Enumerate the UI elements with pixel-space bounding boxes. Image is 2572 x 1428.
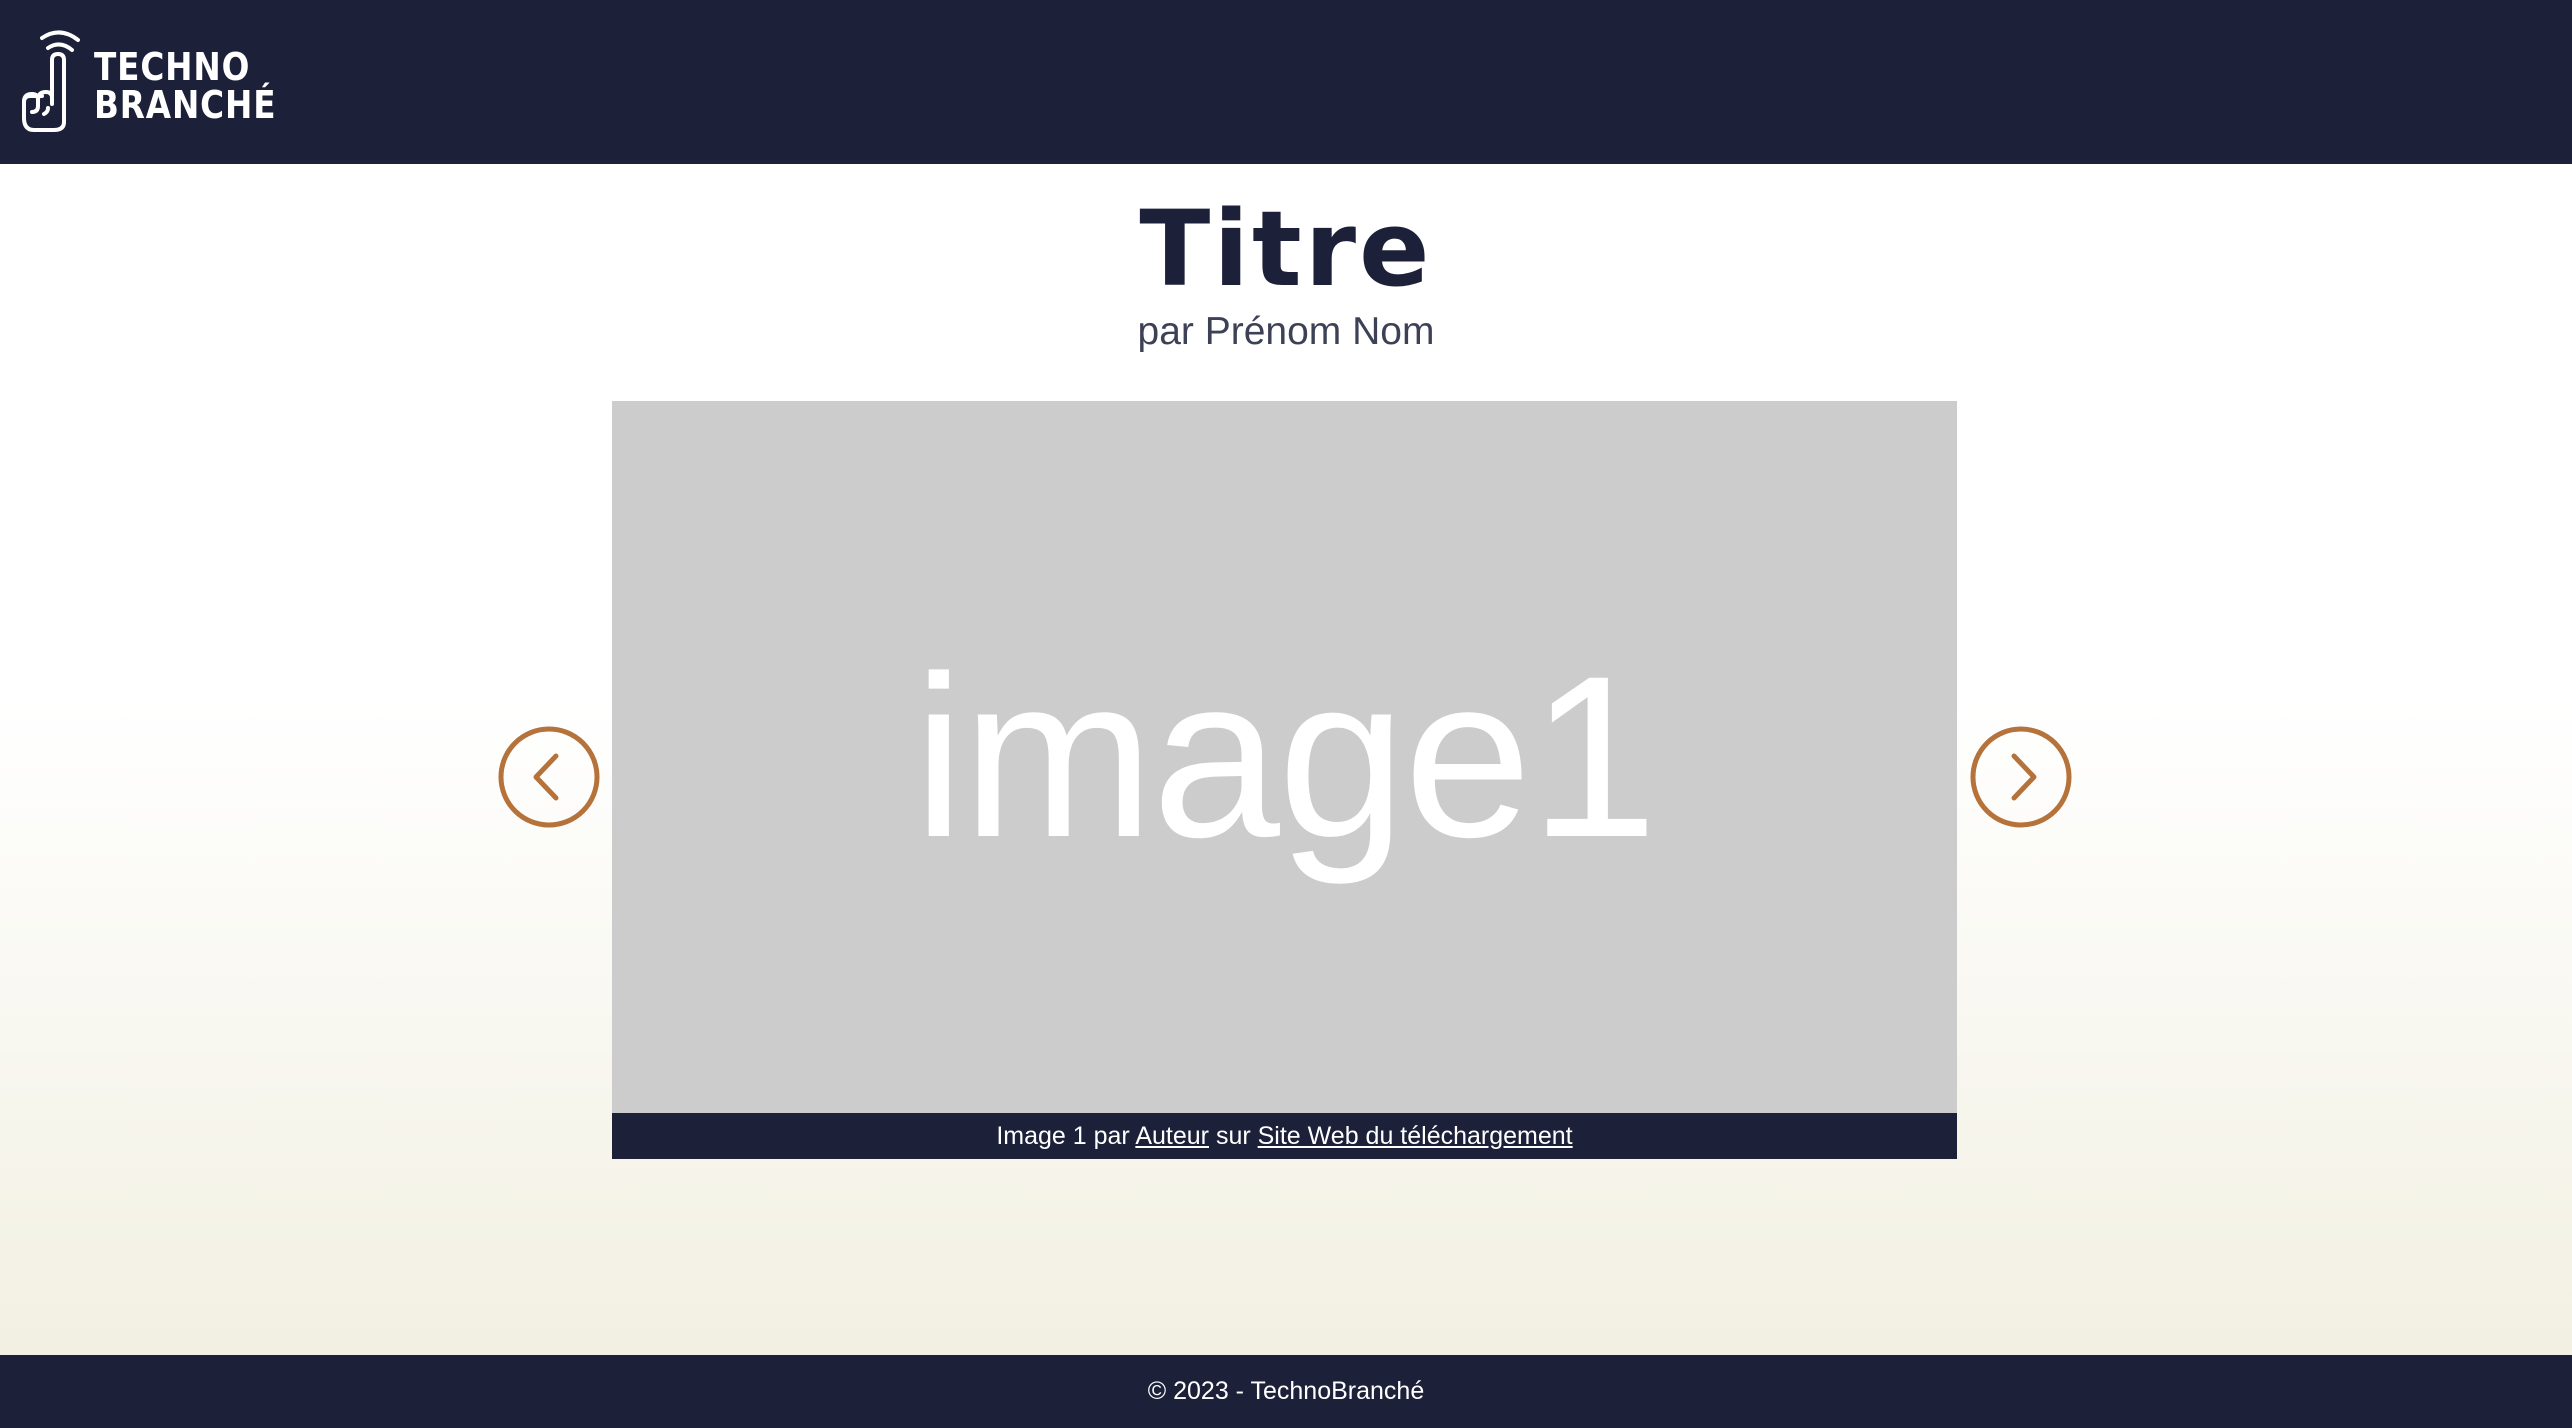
carousel-slide-image: image1: [612, 401, 1957, 1113]
footer-copyright: © 2023 - TechnoBranché: [1147, 1377, 1425, 1405]
logo-line-2: BRANCHÉ: [94, 83, 277, 127]
page-subtitle: par Prénom Nom: [1137, 310, 1435, 353]
site-header: TECHNO BRANCHÉ: [0, 0, 2572, 164]
logo-line-1: TECHNO: [94, 45, 251, 89]
chevron-left-circle-icon: [498, 726, 600, 828]
caption-prefix: Image 1 par: [996, 1122, 1136, 1150]
caption-author-link[interactable]: Auteur: [1135, 1122, 1209, 1150]
chevron-right-circle-icon: [1970, 726, 2072, 828]
logo-wordmark: TECHNO BRANCHÉ: [94, 48, 276, 124]
carousel-next-button[interactable]: [1970, 726, 2072, 828]
page-title: Titre: [1139, 188, 1433, 310]
slide-caption: Image 1 par Auteur sur Site Web du téléc…: [612, 1113, 1957, 1159]
caption-site-link[interactable]: Site Web du téléchargement: [1258, 1122, 1573, 1150]
site-footer: © 2023 - TechnoBranché: [0, 1355, 2572, 1428]
hand-pointing-up-signal-icon: [22, 30, 80, 132]
carousel-prev-button[interactable]: [498, 726, 600, 828]
slide-placeholder-text: image1: [913, 628, 1657, 885]
caption-middle: sur: [1209, 1122, 1258, 1150]
logo[interactable]: TECHNO BRANCHÉ: [20, 26, 276, 136]
